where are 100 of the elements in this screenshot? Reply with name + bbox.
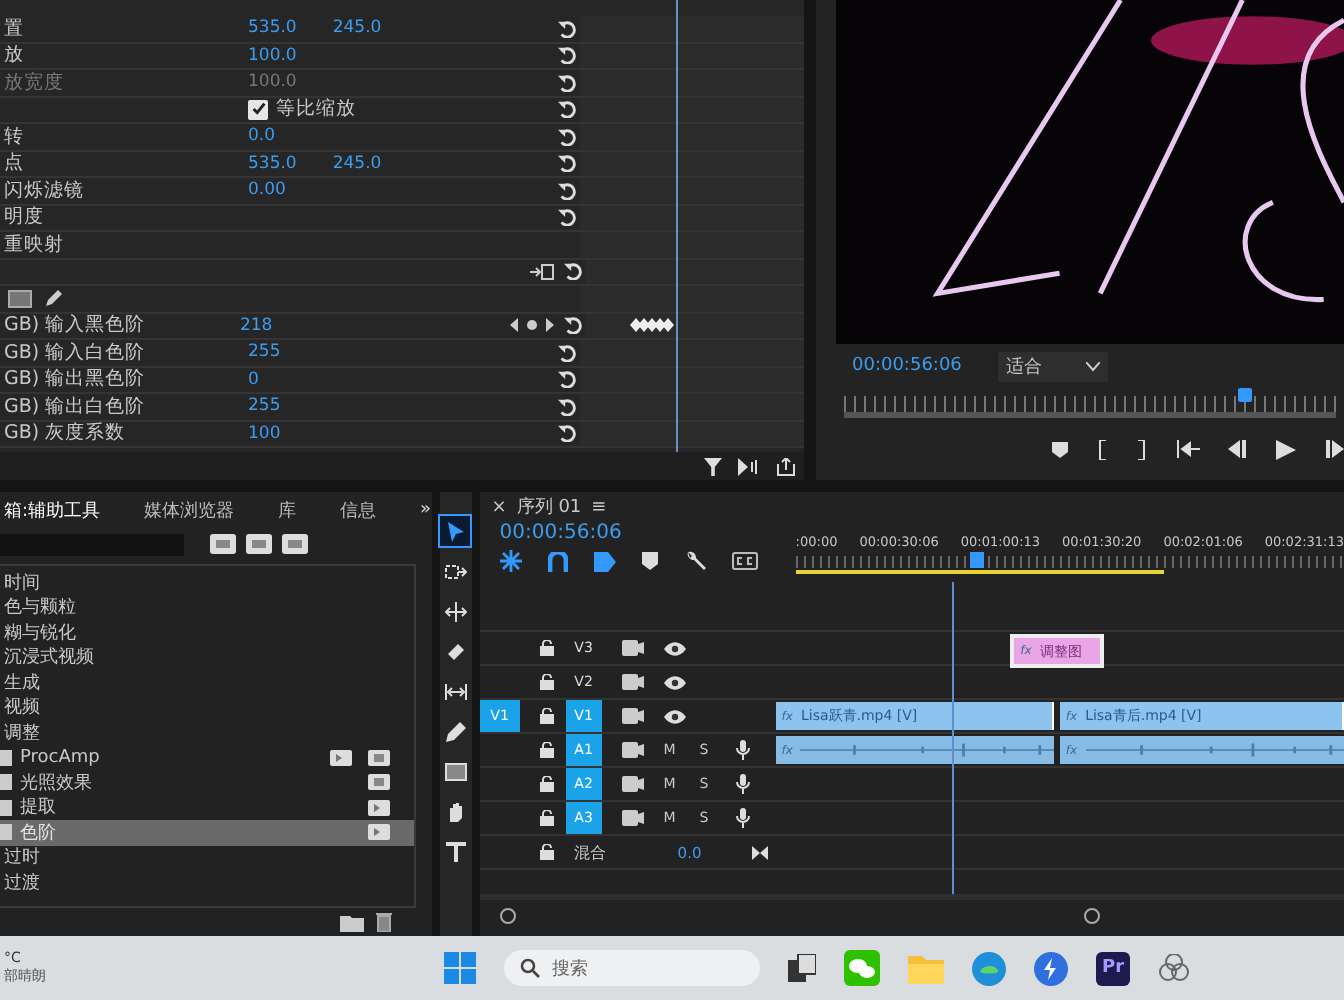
export-icon[interactable] [529, 263, 554, 280]
effect-folder[interactable]: 调整 [0, 720, 414, 745]
filter-icon[interactable] [704, 457, 722, 475]
parameter-value[interactable]: 0.0 [248, 126, 276, 147]
parameter-value[interactable]: 0.00 [248, 180, 286, 201]
parameter-value[interactable]: 245.0 [332, 18, 382, 39]
task-view-icon[interactable] [788, 954, 816, 982]
reset-icon[interactable] [558, 127, 576, 146]
close-button[interactable]: × [491, 497, 507, 517]
panel-tab[interactable]: 箱:辅助工具 [4, 497, 101, 523]
marker-icon[interactable] [641, 552, 658, 570]
pen-icon[interactable] [44, 288, 64, 309]
effect-folder[interactable]: 视频 [0, 695, 414, 720]
timecode[interactable]: 00:00:56:06 [499, 522, 796, 544]
reset-icon[interactable] [558, 100, 576, 119]
select-tool-icon[interactable] [440, 516, 471, 546]
pen-tool-icon[interactable] [440, 716, 471, 746]
effect-folder[interactable]: 时间 [0, 570, 414, 595]
keyframe-navigator-icon[interactable] [509, 318, 554, 333]
reset-icon[interactable] [558, 424, 576, 443]
reset-icon[interactable] [558, 397, 576, 416]
lightning-app-icon[interactable] [1034, 951, 1068, 985]
parameter-value[interactable]: 255 [248, 396, 281, 417]
marker-icon[interactable] [1052, 441, 1068, 457]
folder-icon[interactable] [339, 913, 364, 931]
nest-icon[interactable] [499, 550, 522, 572]
parameter-value[interactable]: 245.0 [332, 153, 382, 174]
reset-icon[interactable] [558, 208, 576, 227]
parameter-value[interactable]: 218 [239, 315, 273, 336]
lock-icon[interactable] [539, 742, 554, 758]
panel-tab[interactable]: 信息 [340, 497, 377, 523]
effect-folder[interactable]: 色与颗粒 [0, 595, 414, 620]
panel-tab[interactable]: 媒体浏览器 [144, 497, 235, 523]
lock-icon[interactable] [539, 640, 554, 656]
trash-icon[interactable] [375, 912, 392, 932]
panel-tab[interactable]: 库 [278, 497, 297, 523]
microphone-icon[interactable] [735, 740, 750, 760]
sequence-tab[interactable]: 序列 01 [516, 494, 582, 520]
wrench-icon[interactable] [683, 550, 706, 572]
effect-folder[interactable]: 糊与锐化 [0, 620, 414, 645]
windows-logo-icon[interactable] [444, 952, 476, 984]
reset-icon[interactable] [558, 370, 576, 389]
taskbar-search-field[interactable]: 搜索 [504, 950, 760, 986]
parameter-value[interactable]: 100 [248, 423, 281, 444]
parameter-value[interactable]: 535.0 [248, 18, 297, 39]
eye-icon[interactable] [663, 709, 686, 723]
parameter-value[interactable]: 0 [248, 369, 259, 390]
linked-selection-icon[interactable] [593, 551, 616, 571]
type-tool-icon[interactable] [440, 836, 471, 866]
play-audio-icon[interactable] [738, 457, 760, 475]
lock-icon[interactable] [539, 674, 554, 690]
playhead[interactable] [969, 552, 984, 568]
playback-scrubber[interactable] [844, 388, 1336, 418]
microphone-icon[interactable] [735, 808, 750, 828]
ripple-tool-icon[interactable] [440, 596, 471, 626]
filter-badge-icon[interactable] [282, 534, 308, 554]
filter-badge-icon[interactable] [246, 534, 272, 554]
effect-item[interactable]: 光照效果 [0, 770, 414, 795]
export-icon[interactable] [776, 457, 796, 475]
parameter-value[interactable]: 100.0 [248, 45, 297, 66]
effect-folder[interactable]: 生成 [0, 670, 414, 695]
panel-menu-button[interactable]: ≡ [591, 497, 607, 517]
microphone-icon[interactable] [735, 774, 750, 794]
captions-icon[interactable] [731, 552, 758, 570]
lock-icon[interactable] [539, 708, 554, 724]
checkbox[interactable] [248, 99, 268, 120]
mark-out-icon[interactable] [1136, 439, 1148, 459]
rectangle-mask-icon[interactable] [8, 289, 32, 308]
reset-icon[interactable] [558, 46, 576, 65]
reset-icon[interactable] [558, 343, 576, 362]
reset-icon[interactable] [558, 154, 576, 173]
zoom-dropdown[interactable]: 适合 [997, 351, 1108, 381]
cluster-app-icon[interactable] [1158, 954, 1190, 982]
magnet-icon[interactable] [547, 551, 568, 571]
play-icon[interactable] [1276, 439, 1296, 459]
filter-badge-icon[interactable] [210, 534, 236, 554]
timecode[interactable]: 00:00:56:06 [852, 356, 962, 376]
effect-folder[interactable]: 沉浸式视频 [0, 645, 414, 670]
premiere-app-icon[interactable]: Pr [1096, 951, 1130, 985]
lock-icon[interactable] [539, 844, 554, 860]
eye-icon[interactable] [663, 675, 686, 689]
keyframe-markers[interactable] [629, 318, 674, 333]
effect-item[interactable]: ProcAmp [0, 745, 414, 770]
reset-icon[interactable] [563, 316, 582, 335]
bowtie-icon[interactable] [751, 845, 768, 859]
effect-folder[interactable]: 过时 [0, 845, 414, 870]
effect-item[interactable]: 色阶 [0, 820, 414, 845]
go-to-in-icon[interactable] [1176, 440, 1200, 458]
parameter-value[interactable]: 535.0 [248, 153, 297, 174]
lock-icon[interactable] [539, 810, 554, 826]
step-back-icon[interactable] [1228, 440, 1248, 458]
effect-folder[interactable]: 过渡 [0, 870, 414, 895]
reset-icon[interactable] [558, 181, 576, 200]
browser-icon[interactable] [972, 951, 1006, 985]
reset-icon[interactable] [558, 19, 576, 38]
step-forward-icon[interactable] [1324, 440, 1344, 458]
mark-in-icon[interactable] [1096, 439, 1108, 459]
parameter-value[interactable]: 255 [248, 342, 281, 363]
reset-icon[interactable] [563, 262, 582, 281]
lock-icon[interactable] [539, 776, 554, 792]
